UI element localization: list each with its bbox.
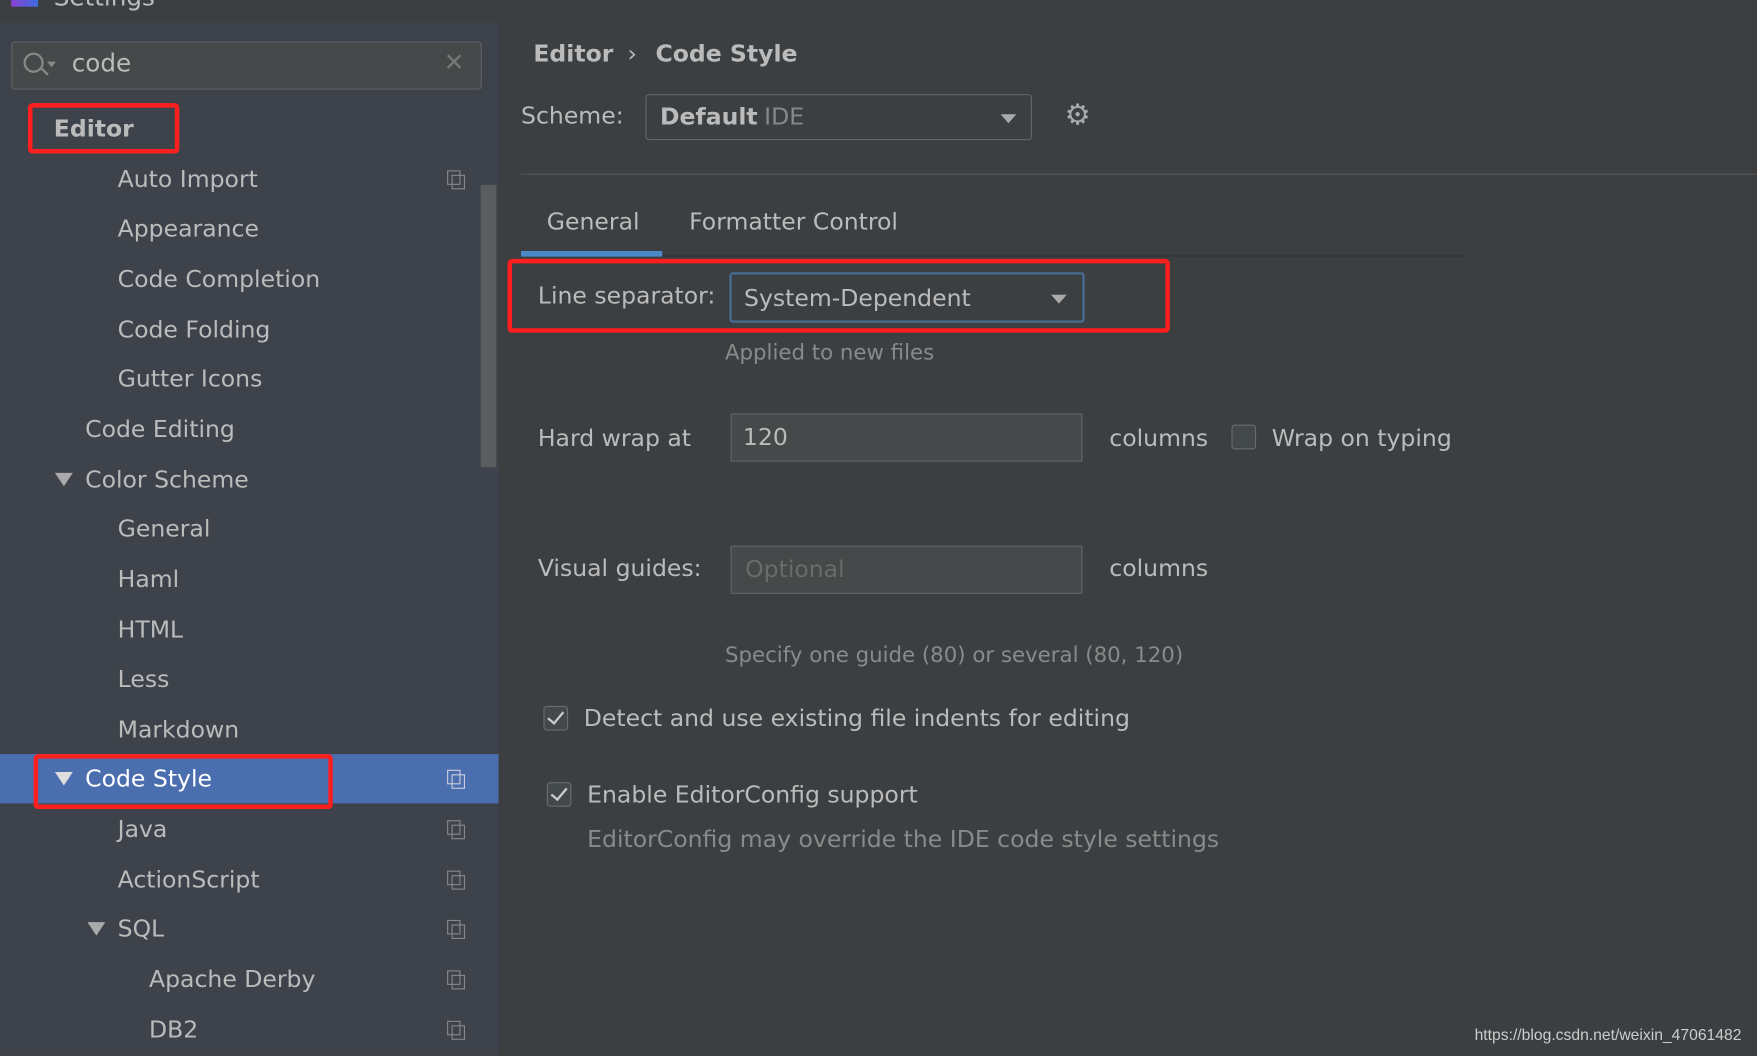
project-settings-icon	[447, 920, 466, 940]
sidebar-item-gutter-icons[interactable]: Gutter Icons	[0, 354, 499, 403]
project-settings-icon	[447, 820, 466, 840]
sidebar-item-label: Gutter Icons	[117, 365, 263, 393]
tab-bar-border	[521, 255, 1465, 257]
wrap-on-typing-checkbox[interactable]	[1231, 424, 1257, 450]
sidebar-item-label: SQL	[117, 915, 165, 943]
tab-active-underline	[521, 250, 663, 257]
sidebar-item-code-completion[interactable]: Code Completion	[0, 254, 499, 303]
tab-general[interactable]: General	[547, 208, 640, 235]
line-separator-dropdown[interactable]: System-Dependent	[729, 272, 1085, 323]
project-settings-icon	[447, 870, 466, 890]
scheme-type: IDE	[764, 103, 805, 130]
chevron-down-icon	[1000, 114, 1017, 124]
sidebar-item-label: Code Completion	[117, 265, 321, 293]
tab-formatter-control[interactable]: Formatter Control	[689, 208, 898, 235]
settings-window: Settings code ✕ Editor Auto Import Appeara…	[0, 0, 1757, 1056]
sidebar-item-general[interactable]: General	[0, 504, 499, 553]
visual-guides-placeholder: Optional	[745, 555, 845, 583]
breadcrumb-parent[interactable]: Editor	[533, 40, 613, 67]
breadcrumb-separator: ›	[627, 40, 637, 68]
scheme-dropdown[interactable]: Default IDE	[645, 94, 1032, 141]
sidebar-item-color-scheme[interactable]: Color Scheme	[0, 454, 499, 503]
checkmark-icon	[547, 707, 565, 725]
visual-guides-label: Visual guides:	[537, 554, 702, 582]
sidebar-item-label: Code Editing	[85, 415, 235, 443]
close-icon[interactable]: ✕	[444, 49, 465, 77]
sidebar-item-label: HTML	[117, 615, 184, 643]
main-panel	[498, 22, 1757, 1056]
checkmark-icon	[550, 783, 568, 802]
hard-wrap-input[interactable]: 120	[730, 413, 1083, 462]
sidebar-item-java[interactable]: Java	[0, 805, 499, 854]
chevron-down-icon	[1051, 294, 1067, 304]
sidebar-item-label: Color Scheme	[85, 465, 249, 493]
search-input[interactable]: code ✕	[11, 41, 482, 90]
window-title: Settings	[54, 0, 155, 12]
wrap-on-typing-label[interactable]: Wrap on typing	[1272, 425, 1452, 452]
search-value[interactable]: code	[72, 50, 131, 78]
expand-triangle-icon[interactable]	[54, 472, 73, 486]
editorconfig-hint: EditorConfig may override the IDE code s…	[587, 825, 1220, 853]
sidebar-item-label: Appearance	[117, 215, 259, 243]
sidebar-item-label: Haml	[117, 565, 180, 593]
sidebar-item-apache-derby[interactable]: Apache Derby	[0, 955, 499, 1004]
hard-wrap-value: 120	[742, 423, 788, 451]
scheme-name: Default	[659, 103, 758, 130]
sidebar-item-db2[interactable]: DB2	[0, 1005, 499, 1054]
sidebar-item-label: Code Folding	[117, 315, 271, 343]
editorconfig-label[interactable]: Enable EditorConfig support	[587, 781, 918, 808]
detect-indents-label[interactable]: Detect and use existing file indents for…	[584, 705, 1130, 732]
sidebar-item-less[interactable]: Less	[0, 655, 499, 704]
visual-guides-hint: Specify one guide (80) or several (80, 1…	[724, 643, 1184, 668]
search-history-dropdown-icon[interactable]	[47, 61, 57, 72]
project-settings-icon	[447, 169, 466, 189]
editorconfig-checkbox[interactable]	[546, 782, 572, 807]
sidebar-item-label: Less	[117, 665, 170, 693]
sidebar-item-label: Markdown	[117, 715, 240, 743]
title-bar: Settings	[0, 0, 1757, 23]
project-settings-icon	[447, 970, 466, 990]
highlight-box-editor	[28, 103, 180, 154]
visual-guides-columns-label: columns	[1109, 554, 1209, 582]
visual-guides-input[interactable]: Optional	[730, 545, 1083, 594]
detect-indents-checkbox[interactable]	[543, 705, 569, 731]
sidebar-item-code-editing[interactable]: Code Editing	[0, 404, 499, 453]
gear-icon[interactable]: ⚙	[1064, 99, 1090, 133]
line-separator-label: Line separator:	[537, 282, 716, 310]
hard-wrap-label: Hard wrap at	[537, 424, 692, 452]
sidebar-scrollbar[interactable]	[480, 184, 497, 468]
app-logo-icon	[11, 0, 39, 7]
sidebar-item-html[interactable]: HTML	[0, 605, 499, 654]
sidebar-item-label: Apache Derby	[149, 965, 316, 993]
sidebar-item-label: ActionScript	[117, 865, 260, 893]
line-separator-hint: Applied to new files	[724, 340, 935, 366]
sidebar-item-markdown[interactable]: Markdown	[0, 705, 499, 754]
scheme-label: Scheme:	[521, 101, 624, 129]
line-separator-value: System-Dependent	[744, 284, 971, 312]
expand-triangle-icon[interactable]	[87, 922, 106, 937]
watermark: https://blog.csdn.net/weixin_47061482	[1474, 1025, 1742, 1044]
highlight-box-code-style	[33, 754, 333, 810]
project-settings-icon	[447, 770, 466, 790]
hard-wrap-columns-label: columns	[1109, 424, 1209, 452]
sidebar-item-appearance[interactable]: Appearance	[0, 204, 499, 253]
breadcrumb-current: Code Style	[655, 40, 798, 68]
sidebar-item-label: General	[117, 515, 211, 543]
project-settings-icon	[447, 1020, 466, 1040]
sidebar-item-label: DB2	[149, 1015, 199, 1043]
divider	[521, 173, 1757, 175]
sidebar-item-code-folding[interactable]: Code Folding	[0, 304, 499, 353]
sidebar-item-label: Java	[117, 815, 168, 843]
sidebar-item-sql[interactable]: SQL	[0, 905, 499, 954]
sidebar-item-label: Auto Import	[117, 165, 258, 193]
sidebar-item-auto-import[interactable]: Auto Import	[0, 154, 499, 203]
sidebar-item-actionscript[interactable]: ActionScript	[0, 855, 499, 904]
sidebar-item-haml[interactable]: Haml	[0, 554, 499, 603]
